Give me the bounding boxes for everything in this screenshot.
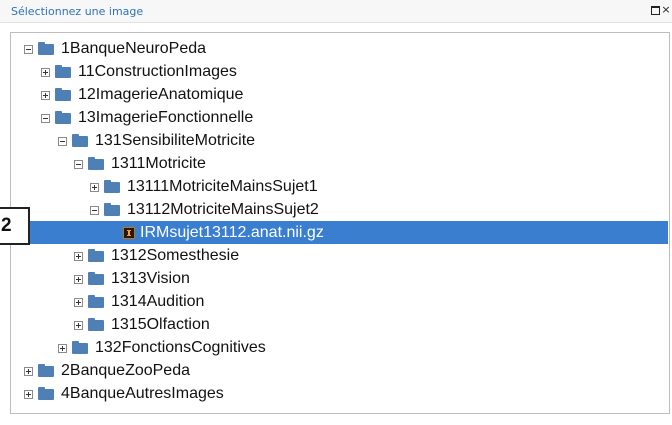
expand-icon[interactable] (74, 298, 83, 307)
folder-icon (38, 364, 54, 377)
expand-icon[interactable] (41, 68, 50, 77)
tree-node-label: 1BanqueNeuroPeda (61, 40, 207, 57)
folder-icon (55, 65, 71, 78)
tree-node-label: 13112MotriciteMainsSujet2 (127, 201, 319, 218)
folder-icon (72, 341, 88, 354)
tree-node-label: 2BanqueZooPeda (61, 362, 190, 379)
tree-node-label: 13ImagerieFonctionnelle (78, 109, 254, 126)
maximize-icon[interactable] (651, 5, 661, 15)
folder-icon (104, 203, 120, 216)
folder-icon (88, 318, 104, 331)
tree-node-label: 13111MotriciteMainsSujet1 (127, 178, 318, 195)
expand-icon[interactable] (58, 344, 67, 353)
collapse-icon[interactable] (24, 45, 33, 54)
image-file-icon (123, 227, 135, 239)
folder-icon (104, 180, 120, 193)
expand-icon[interactable] (41, 91, 50, 100)
close-icon[interactable]: × (661, 4, 671, 15)
tree-node-label: 11ConstructionImages (78, 63, 237, 80)
expand-icon[interactable] (74, 252, 83, 261)
step-callout: 2 (0, 207, 30, 245)
expand-icon[interactable] (74, 275, 83, 284)
folder-icon (38, 387, 54, 400)
tree-node-label: 1311Motricite (111, 155, 206, 172)
collapse-icon[interactable] (41, 114, 50, 123)
tree-node-label: 1315Olfaction (111, 316, 210, 333)
tree-node-label: 12ImagerieAnatomique (78, 86, 244, 103)
collapse-icon[interactable] (74, 160, 83, 169)
folder-icon (38, 42, 54, 55)
folder-icon (88, 295, 104, 308)
folder-icon (88, 157, 104, 170)
folder-icon (88, 272, 104, 285)
expand-icon[interactable] (24, 390, 33, 399)
folder-icon (72, 134, 88, 147)
folder-icon (55, 111, 71, 124)
tree-node-label: 1313Vision (111, 270, 190, 287)
expand-icon[interactable] (90, 183, 99, 192)
file-tree: 1BanqueNeuroPeda 11ConstructionImages 12… (10, 32, 670, 414)
collapse-icon[interactable] (90, 206, 99, 215)
expand-icon[interactable] (24, 367, 33, 376)
dialog-titlebar: Sélectionnez une image × (0, 0, 672, 23)
tree-node-label: 4BanqueAutresImages (61, 385, 224, 402)
tree-node-label: 132FonctionsCognitives (95, 339, 266, 356)
expand-icon[interactable] (74, 321, 83, 330)
tree-node-selected-file[interactable]: IRMsujet13112.anat.nii.gz (12, 221, 668, 244)
dialog-title: Sélectionnez une image (11, 5, 144, 18)
tree-node-label: 131SensibiliteMotricite (95, 132, 256, 149)
folder-icon (55, 88, 71, 101)
tree-node-label: 1312Somesthesie (111, 247, 240, 264)
folder-icon (88, 249, 104, 262)
tree-node-label: 1314Audition (111, 293, 205, 310)
collapse-icon[interactable] (58, 137, 67, 146)
tree-node-label: IRMsujet13112.anat.nii.gz (140, 224, 324, 241)
